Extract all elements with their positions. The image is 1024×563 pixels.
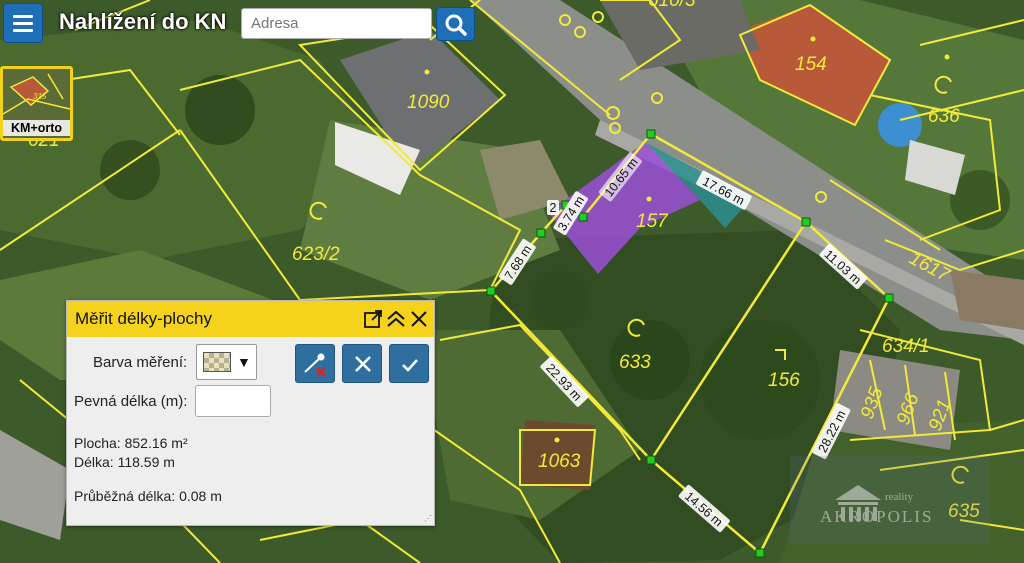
cancel-button[interactable] [342,344,382,383]
search-button[interactable] [436,7,475,41]
remove-point-icon [304,353,326,377]
color-label: Barva měření: [93,354,188,371]
hamburger-icon-bar [13,29,33,32]
menu-button[interactable] [3,3,43,43]
parcel-label-633: 633 [619,352,651,373]
watermark-tagline: reality [885,491,914,503]
cancel-icon [355,356,371,372]
basemap-label: KM+orto [3,120,70,136]
parcel-label-634-1: 634/1 [882,336,930,357]
measure-label-2: 2 [547,200,559,215]
measure-panel-header[interactable]: Měřit délky-plochy [67,301,434,337]
area-result: Plocha: 852.16 m² [74,435,188,451]
hamburger-icon-bar [13,22,33,25]
parcel-label-157: 157 [636,211,669,232]
chevron-up-double-icon[interactable] [386,309,406,329]
watermark-brand: AKROPOLIS [820,507,933,526]
popout-icon[interactable] [363,309,383,329]
top-bar: Nahlížení do KN [0,0,480,45]
hamburger-icon [13,15,33,18]
length-result: Délka: 118.59 m [74,454,175,470]
resize-grip-icon[interactable]: ⋰ [424,514,432,523]
parcel-label-154: 154 [795,54,827,75]
confirm-button[interactable] [389,344,429,383]
caret-down-icon: ▼ [237,354,251,370]
running-length-result: Průběžná délka: 0.08 m [74,488,222,504]
app-title: Nahlížení do KN [59,9,227,34]
remove-point-button[interactable] [295,344,335,383]
close-icon[interactable] [409,309,429,329]
basemap-thumb-text: 315 [33,92,47,101]
svg-text:2: 2 [550,201,557,215]
measure-color-select[interactable]: ▼ [196,344,257,380]
parcel-label-623-2: 623/2 [292,244,340,265]
fixed-length-input[interactable] [195,385,271,417]
basemap-thumbnail: 315 [3,69,70,121]
measure-panel-title: Měřit délky-plochy [75,309,212,328]
parcel-label-1090: 1090 [407,92,450,113]
parcel-label-1063: 1063 [538,451,581,472]
search-icon [445,14,467,36]
akropolis-watermark: reality AKROPOLIS [790,456,990,544]
parcel-label-156: 156 [768,370,800,391]
parcel-label-610-3: 610/3 [648,0,696,11]
measure-panel: Měřit délky-plochy Barva měření: ▼ Pevná… [66,300,435,526]
parcel-label-636: 636 [928,106,960,127]
color-swatch [203,352,231,372]
check-icon [402,359,418,372]
address-search-input[interactable] [241,8,432,39]
fixed-length-label: Pevná délka (m): [74,393,188,410]
basemap-switcher[interactable]: 315 KM+orto [0,66,73,141]
